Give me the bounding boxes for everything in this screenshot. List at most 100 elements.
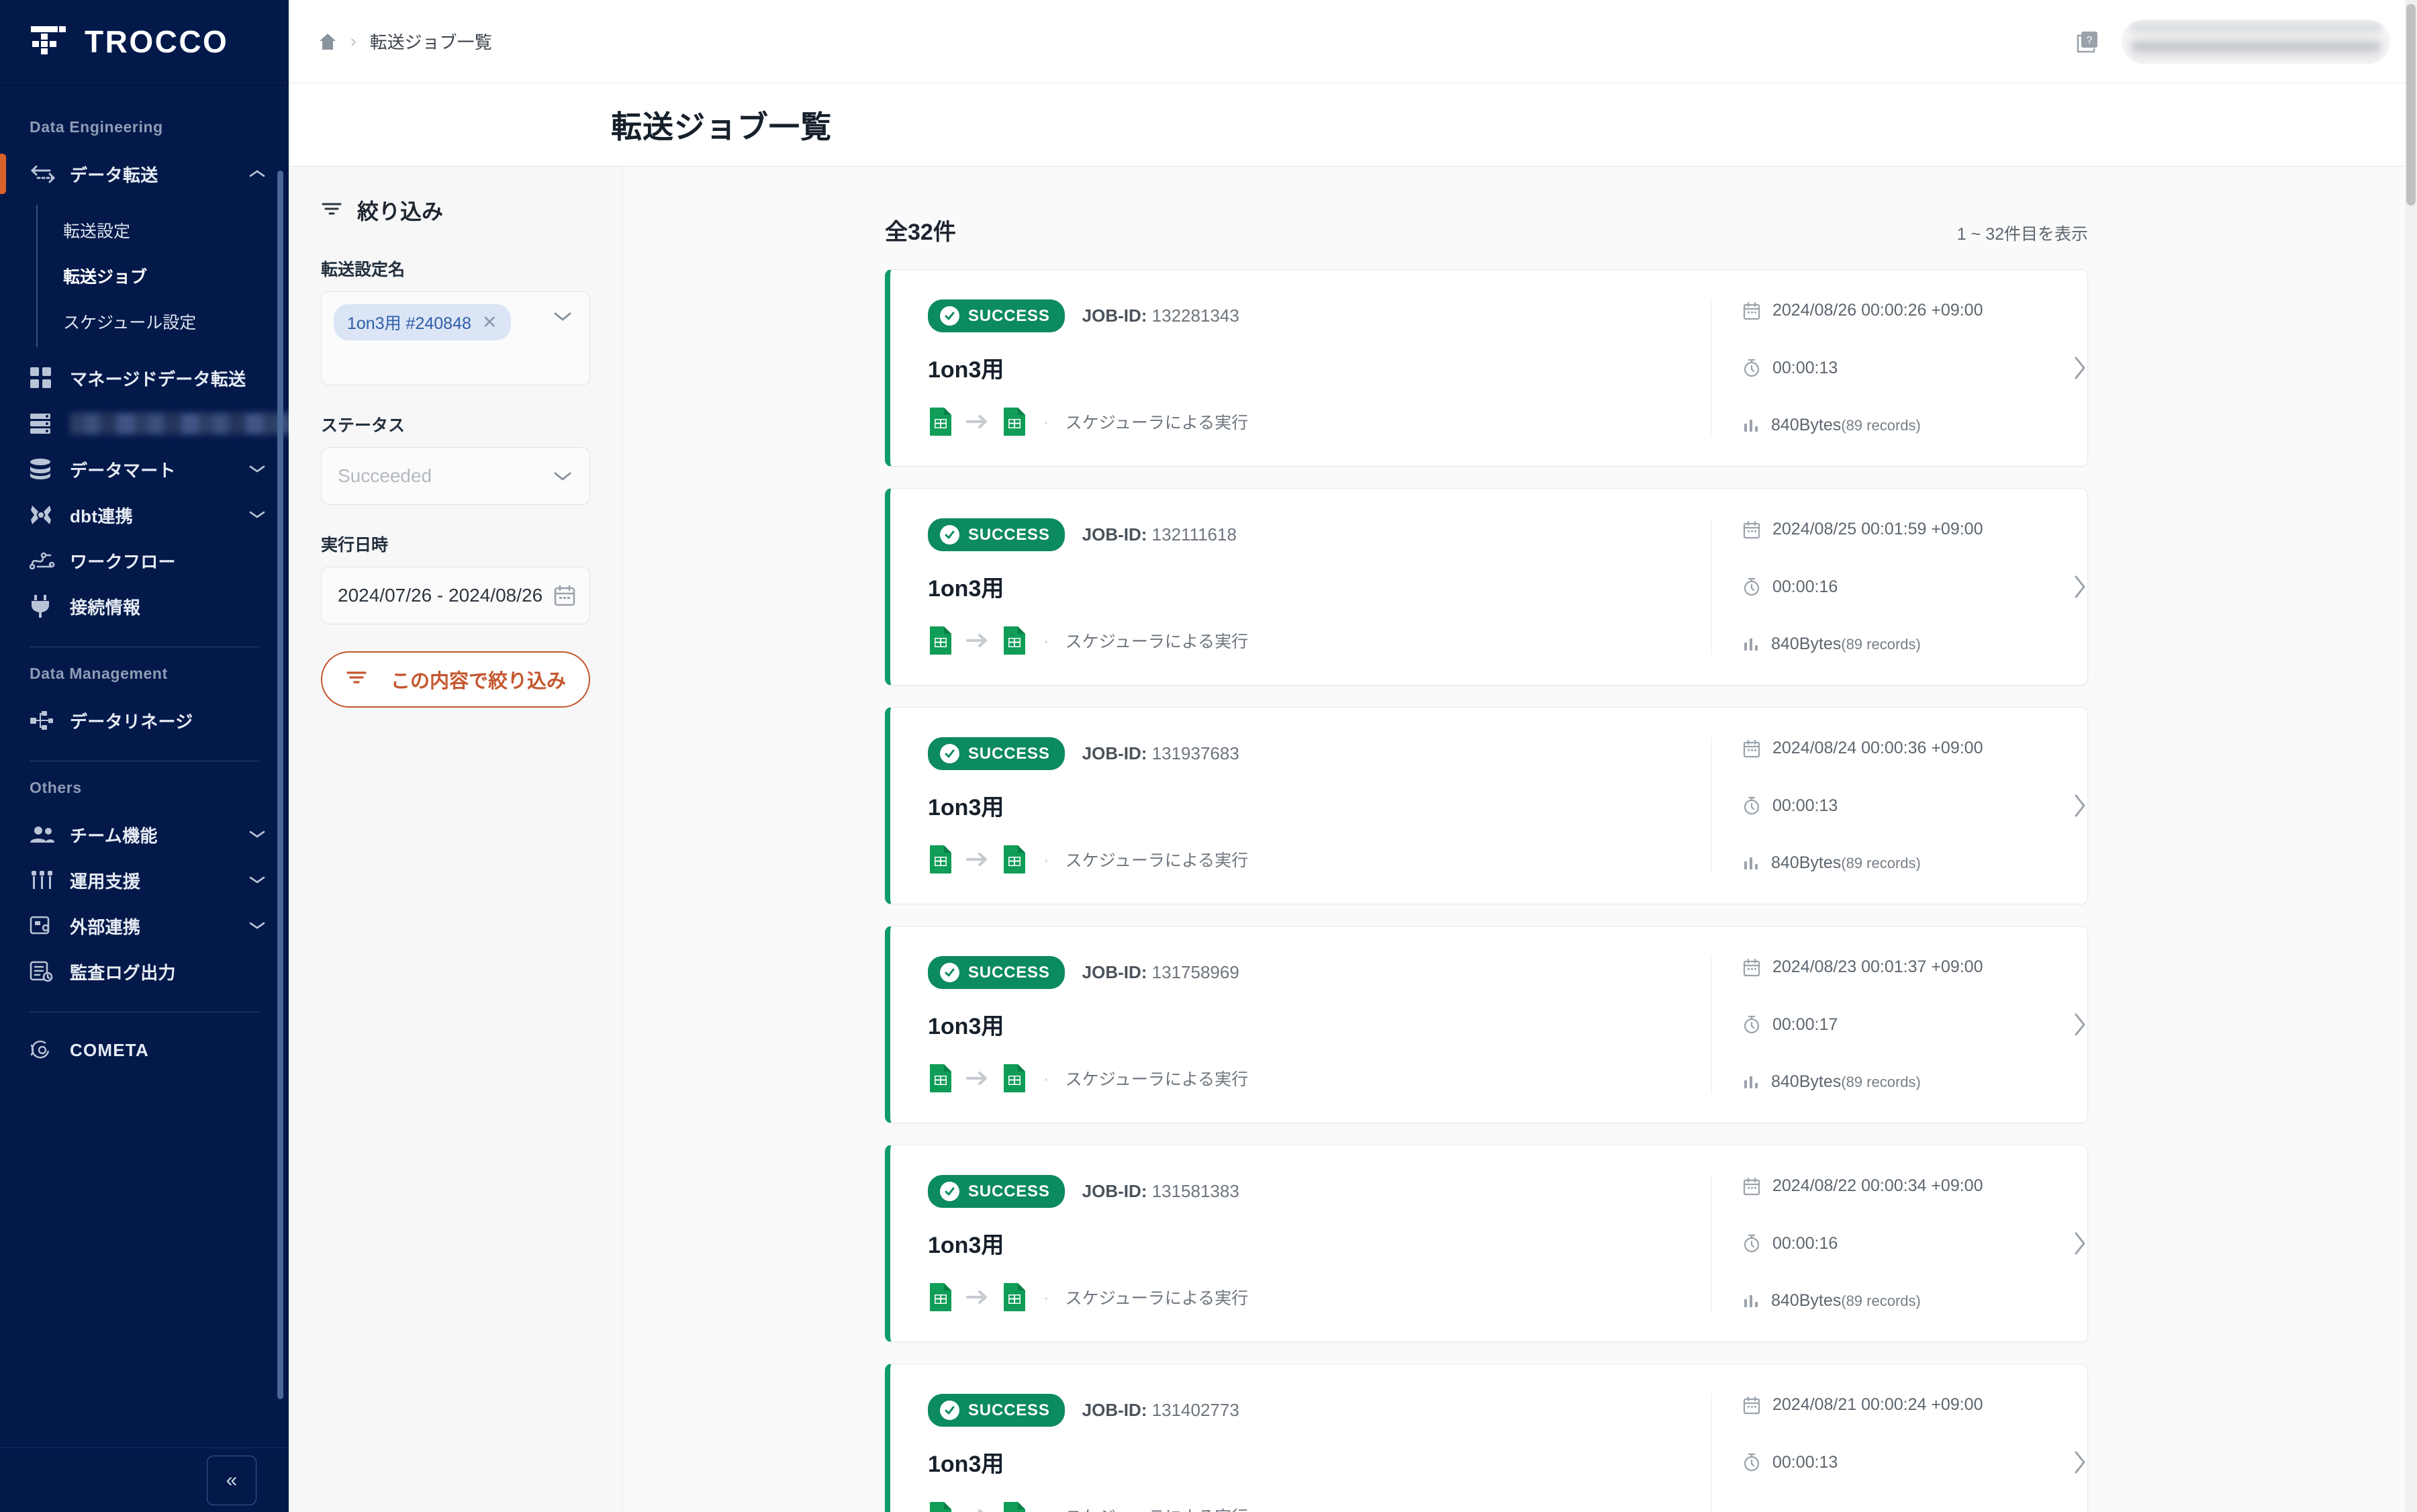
transfer-name-multiselect[interactable]: 1on3用 #240848 ✕ [321, 291, 590, 385]
status-label: SUCCESS [968, 963, 1050, 982]
apply-filter-button[interactable]: この内容で絞り込み [321, 651, 590, 708]
sidebar-item-managed-data-transfer[interactable]: マネージドデータ転送 [0, 355, 289, 401]
chevron-down-icon[interactable] [248, 920, 266, 931]
chevron-right-icon[interactable] [2071, 1230, 2089, 1257]
job-card-meta: 2024/08/24 00:00:36 +09:00 00:00:13 840B… [1711, 737, 2087, 874]
chevron-up-icon[interactable] [248, 169, 266, 179]
calendar-icon [1743, 520, 1760, 539]
status-label: SUCCESS [968, 1401, 1050, 1419]
sidebar-scrollbar-thumb[interactable] [277, 171, 283, 1399]
home-icon[interactable] [318, 32, 337, 51]
job-duration-row: 00:00:16 [1743, 1234, 2087, 1254]
sidebar-item-connections[interactable]: 接続情報 [0, 583, 289, 629]
sidebar-item-team[interactable]: チーム機能 [0, 812, 289, 857]
sidebar-item-database-masked[interactable] [0, 401, 289, 446]
chevron-right-icon[interactable] [2071, 792, 2089, 819]
filter-icon [321, 201, 342, 220]
job-duration-row: 00:00:13 [1743, 796, 2087, 816]
chevron-right-icon[interactable] [2071, 1449, 2089, 1476]
job-card-main: SUCCESS JOB-ID: 131402773 1on3用 [890, 1364, 1711, 1512]
arrow-right-icon [965, 1070, 990, 1087]
arrow-right-icon [965, 1288, 990, 1306]
job-started-at-row: 2024/08/25 00:01:59 +09:00 [1743, 520, 2087, 539]
job-name: 1on3用 [928, 576, 1004, 602]
database-icon [30, 410, 60, 437]
job-started-at-row: 2024/08/21 00:00:24 +09:00 [1743, 1395, 2087, 1415]
brand-logo[interactable]: TROCCO [0, 0, 289, 83]
filter-field-status: ステータス Succeeded [321, 412, 590, 505]
sidebar-item-external-integration[interactable]: 外部連携 [0, 903, 289, 949]
job-duration-row: 00:00:13 [1743, 1453, 2087, 1472]
page-scrollbar-thumb[interactable] [2406, 4, 2416, 205]
ops-support-icon [30, 867, 60, 894]
chevron-down-icon[interactable] [248, 464, 266, 475]
chevron-right-icon[interactable] [2071, 573, 2089, 600]
job-size: 840Bytes(89 records) [1771, 1072, 1921, 1092]
job-card[interactable]: SUCCESS JOB-ID: 131581383 1on3用 · スケジューラ… [885, 1145, 2088, 1342]
status-select[interactable]: Succeeded [321, 447, 590, 505]
chevron-down-icon[interactable] [552, 469, 573, 483]
sidebar-item-audit-log[interactable]: 監査ログ出力 [0, 949, 289, 994]
google-sheets-icon [1002, 1064, 1027, 1093]
job-card-main: SUCCESS JOB-ID: 132111618 1on3用 · スケジューラ… [890, 489, 1711, 685]
job-started-at: 2024/08/24 00:00:36 +09:00 [1772, 739, 1983, 757]
job-duration: 00:00:17 [1772, 1014, 1838, 1034]
sidebar-subitem-transfer-jobs[interactable]: 転送ジョブ [38, 253, 289, 299]
chevron-down-icon[interactable] [248, 875, 266, 886]
plug-icon [30, 593, 60, 620]
sidebar-item-ops-support[interactable]: 運用支援 [0, 857, 289, 903]
breadcrumb: › 転送ジョブ一覧 [318, 29, 492, 54]
job-started-at-row: 2024/08/22 00:00:34 +09:00 [1743, 1176, 2087, 1196]
sidebar-item-label: 外部連携 [70, 916, 141, 937]
job-card[interactable]: SUCCESS JOB-ID: 132111618 1on3用 · スケジューラ… [885, 488, 2088, 686]
total-count: 全32件 [885, 220, 956, 245]
managed-transfer-icon [30, 365, 60, 391]
job-id-label: JOB-ID: [1082, 743, 1147, 763]
sidebar-item-datamart[interactable]: データマート [0, 446, 289, 492]
sidebar-item-data-lineage[interactable]: データリネージ [0, 698, 289, 743]
job-card[interactable]: SUCCESS JOB-ID: 131758969 1on3用 · スケジューラ… [885, 926, 2088, 1123]
sidebar-item-data-transfer[interactable]: データ転送 [0, 151, 289, 197]
sidebar-scroll-region: Data Engineering データ転送 転送設定 転送ジョブ スケジュール… [0, 83, 289, 1448]
job-duration-row: 00:00:13 [1743, 359, 2087, 378]
sidebar-item-cometa[interactable]: COMETA [0, 1022, 289, 1078]
job-card[interactable]: SUCCESS JOB-ID: 131402773 1on3用 2024/08/… [885, 1364, 2088, 1512]
job-size-row: 840Bytes(89 records) [1743, 634, 2087, 654]
chevron-down-icon[interactable] [248, 829, 266, 840]
check-circle-icon [940, 525, 959, 545]
chevron-right-icon[interactable] [2071, 1011, 2089, 1038]
job-card[interactable]: SUCCESS JOB-ID: 131937683 1on3用 · スケジューラ… [885, 707, 2088, 904]
arrow-right-icon [965, 632, 990, 649]
sidebar-item-workflow[interactable]: ワークフロー [0, 538, 289, 583]
sidebar-subitem-schedule-settings[interactable]: スケジュール設定 [38, 299, 289, 344]
job-card-main: SUCCESS JOB-ID: 131581383 1on3用 · スケジューラ… [890, 1145, 1711, 1341]
svg-text:?: ? [2087, 35, 2093, 46]
chevron-down-icon[interactable] [248, 510, 266, 520]
sidebar-collapse-button[interactable]: « [207, 1455, 256, 1505]
sidebar-subitem-transfer-settings[interactable]: 転送設定 [38, 207, 289, 253]
job-duration: 00:00:13 [1772, 1452, 1838, 1472]
status-label: SUCCESS [968, 525, 1050, 544]
close-icon[interactable]: ✕ [482, 313, 497, 332]
status-badge: SUCCESS [928, 956, 1065, 989]
calendar-icon[interactable] [553, 584, 576, 607]
page-scrollbar-track[interactable] [2405, 0, 2417, 1512]
job-started-at: 2024/08/23 00:01:37 +09:00 [1772, 957, 1983, 976]
selected-chip[interactable]: 1on3用 #240848 ✕ [334, 304, 511, 340]
status-badge: SUCCESS [928, 299, 1065, 332]
job-connector-row: · スケジューラによる実行 [928, 1501, 1711, 1512]
sidebar-item-dbt[interactable]: dbt連携 [0, 492, 289, 538]
job-started-at: 2024/08/26 00:00:26 +09:00 [1772, 301, 1983, 320]
user-menu[interactable] [2122, 19, 2390, 64]
run-datetime-range-input[interactable]: 2024/07/26 - 2024/08/26 [321, 567, 590, 624]
job-records-value: (89 records) [1841, 1074, 1921, 1090]
chevron-right-icon[interactable] [2071, 355, 2089, 381]
job-card[interactable]: SUCCESS JOB-ID: 132281343 1on3用 · スケジューラ… [885, 269, 2088, 467]
breadcrumb-current[interactable]: 転送ジョブ一覧 [370, 29, 492, 54]
job-card-status-row: SUCCESS JOB-ID: 131581383 [928, 1175, 1711, 1208]
job-started-at: 2024/08/22 00:00:34 +09:00 [1772, 1176, 1983, 1195]
job-connector-row: · スケジューラによる実行 [928, 845, 1711, 874]
google-sheets-icon [928, 1501, 953, 1512]
help-icon[interactable]: ? [2075, 29, 2100, 54]
chevron-down-icon[interactable] [552, 310, 573, 326]
